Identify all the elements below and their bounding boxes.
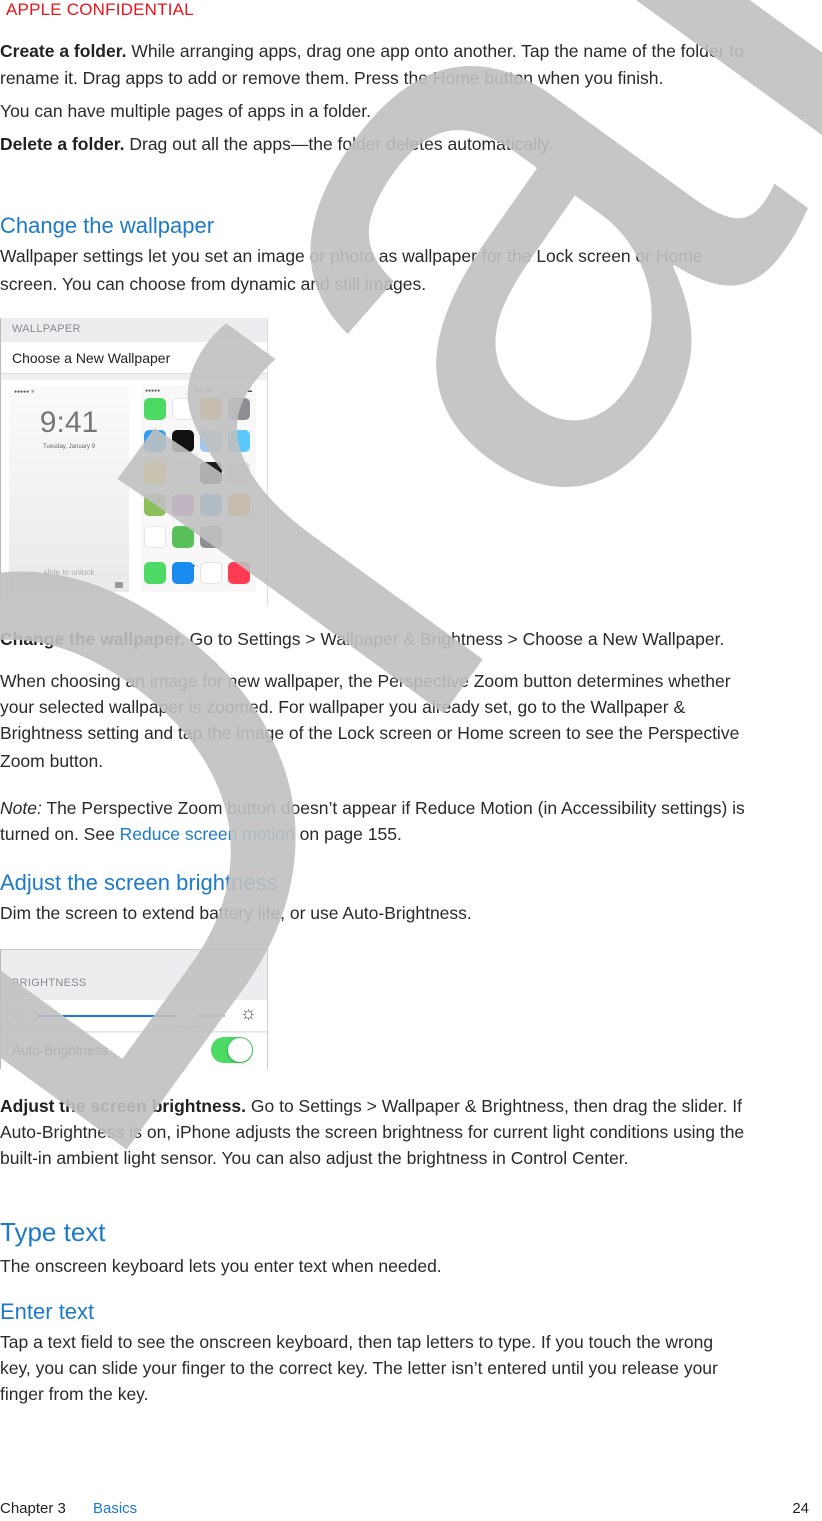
enter-text-para-3: finger from the key. bbox=[0, 1384, 149, 1404]
app-icon-safari bbox=[200, 562, 222, 584]
delete-folder-term: Delete a folder. bbox=[0, 134, 125, 154]
brightness-caption-3: built-in ambient light sensor. You can a… bbox=[0, 1148, 629, 1168]
app-icon-reminders bbox=[172, 462, 194, 484]
app-icon-stocks bbox=[200, 462, 222, 484]
app-icon-newsstand bbox=[144, 494, 166, 516]
app-icon-weather bbox=[144, 430, 166, 452]
note-text-2b: on page 155. bbox=[294, 824, 402, 844]
sun-small-icon: ☼ bbox=[11, 1006, 24, 1022]
app-icon-passbook bbox=[172, 526, 194, 548]
brightness-heading: Adjust the screen brightness bbox=[0, 870, 278, 895]
perspective-para-4: Zoom button. bbox=[0, 751, 104, 771]
choose-new-wallpaper-label: Choose a New Wallpaper bbox=[12, 350, 171, 366]
wallpaper-previews: ●●●●● ᯤ 9:41 Tuesday, January 9 slide to… bbox=[1, 380, 267, 606]
lock-time: 9:41 bbox=[39, 406, 99, 439]
wallpaper-settings-figure: WALLPAPER Choose a New Wallpaper › ●●●●●… bbox=[0, 318, 268, 606]
app-icon-settings bbox=[200, 526, 222, 548]
wallpaper-intro-1: Wallpaper settings let you set an image … bbox=[0, 246, 703, 266]
brightness-caption-text: Go to Settings > Wallpaper & Brightness,… bbox=[246, 1096, 742, 1116]
app-icon-camera bbox=[228, 398, 250, 420]
lock-screen-preview[interactable]: ●●●●● ᯤ 9:41 Tuesday, January 9 slide to… bbox=[9, 386, 129, 592]
app-icon-itunes-store bbox=[172, 494, 194, 516]
slide-to-unlock: slide to unlock bbox=[43, 568, 95, 577]
type-text-intro: The onscreen keyboard lets you enter tex… bbox=[0, 1256, 442, 1276]
app-icon-health bbox=[144, 526, 166, 548]
wallpaper-heading: Change the wallpaper bbox=[0, 213, 215, 238]
sun-large-icon: ☼ bbox=[239, 1003, 257, 1024]
app-icon-calendar bbox=[172, 398, 194, 420]
footer-section-link[interactable]: Basics bbox=[93, 1500, 137, 1517]
perspective-para-3: Brightness setting and tap the image of … bbox=[0, 723, 740, 743]
brightness-slider-row: ☼ ☼ bbox=[1, 1000, 267, 1032]
battery-icon: ▬ bbox=[247, 388, 252, 394]
create-folder-line-2: rename it. Drag apps to add or remove th… bbox=[0, 68, 664, 88]
home-screen-preview[interactable]: ●●●●● 9:41 AM ▬ • · bbox=[141, 386, 256, 592]
change-wallpaper-caption: Change the wallpaper. Go to Settings > W… bbox=[0, 626, 822, 652]
camera-icon bbox=[115, 582, 123, 588]
perspective-para-1: When choosing an image for new wallpaper… bbox=[0, 671, 731, 691]
app-icon-music bbox=[228, 562, 250, 584]
delete-folder-paragraph: Delete a folder. Drag out all the apps—t… bbox=[0, 131, 822, 157]
chevron-right-icon: › bbox=[247, 349, 253, 366]
wallpaper-section-header: WALLPAPER bbox=[1, 318, 267, 342]
note-text-2a: turned on. See bbox=[0, 824, 120, 844]
brightness-caption-1: Adjust the screen brightness. Go to Sett… bbox=[0, 1093, 822, 1119]
choose-new-wallpaper-row[interactable]: Choose a New Wallpaper › bbox=[1, 342, 267, 374]
signal-icon: ●●●●● bbox=[145, 388, 161, 394]
change-wallpaper-term: Change the wallpaper. bbox=[0, 629, 185, 649]
note-line-1: Note: The Perspective Zoom button doesn’… bbox=[0, 795, 822, 821]
app-icon-notes bbox=[144, 462, 166, 484]
signal-icon: ●●●●● ᯤ bbox=[14, 389, 36, 395]
brightness-slider-thumb[interactable] bbox=[176, 1005, 199, 1027]
create-folder-term: Create a folder. bbox=[0, 41, 127, 61]
footer-chapter: Chapter 3 bbox=[0, 1500, 66, 1517]
toggle-knob bbox=[228, 1038, 252, 1062]
note-line-2: turned on. See Reduce screen motion on p… bbox=[0, 821, 822, 847]
note-label: Note: bbox=[0, 798, 42, 818]
app-icon-messages bbox=[144, 398, 166, 420]
brightness-section-header: BRIGHTNESS bbox=[12, 977, 87, 989]
app-icon-clock bbox=[172, 430, 194, 452]
brightness-settings-figure: BRIGHTNESS ☼ ☼ Auto-Brightness bbox=[0, 949, 268, 1069]
page-number: 24 bbox=[792, 1500, 809, 1517]
confidential-label: APPLE CONFIDENTIAL bbox=[6, 0, 194, 19]
enter-text-heading: Enter text bbox=[0, 1299, 95, 1324]
note-text: The Perspective Zoom button doesn’t appe… bbox=[41, 798, 745, 818]
slider-fill bbox=[37, 1015, 188, 1017]
app-icon-ibooks bbox=[228, 494, 250, 516]
enter-text-para-1: Tap a text field to see the onscreen key… bbox=[0, 1332, 714, 1352]
app-grid bbox=[144, 398, 250, 548]
app-icon-videos bbox=[228, 430, 250, 452]
type-text-heading: Type text bbox=[0, 1217, 106, 1247]
app-icon-maps bbox=[200, 430, 222, 452]
wallpaper-intro-2: screen. You can choose from dynamic and … bbox=[0, 274, 427, 294]
change-wallpaper-text: Go to Settings > Wallpaper & Brightness … bbox=[184, 629, 725, 649]
create-folder-text: While arranging apps, drag one app onto … bbox=[126, 41, 744, 61]
auto-brightness-row: Auto-Brightness bbox=[1, 1033, 267, 1069]
app-icon-photos bbox=[200, 398, 222, 420]
create-folder-paragraph: Create a folder. While arranging apps, d… bbox=[0, 38, 822, 64]
multiple-pages-text: You can have multiple pages of apps in a… bbox=[0, 101, 372, 121]
lock-date: Tuesday, January 9 bbox=[42, 444, 96, 450]
app-icon-app-store bbox=[200, 494, 222, 516]
status-bar: ●●●●● 9:41 AM ▬ bbox=[145, 388, 252, 394]
enter-text-para-2: key, you can slide your finger to the co… bbox=[0, 1358, 718, 1378]
app-icon-game-center bbox=[228, 462, 250, 484]
delete-folder-text: Drag out all the apps—the folder deletes… bbox=[124, 134, 554, 154]
app-icon-mail bbox=[172, 562, 194, 584]
brightness-intro: Dim the screen to extend battery life, o… bbox=[0, 903, 472, 923]
auto-brightness-toggle[interactable] bbox=[211, 1037, 253, 1063]
brightness-term: Adjust the screen brightness. bbox=[0, 1096, 247, 1116]
app-icon-phone bbox=[144, 562, 166, 584]
brightness-caption-2: Auto-Brightness is on, iPhone adjusts th… bbox=[0, 1122, 745, 1142]
reduce-screen-motion-link[interactable]: Reduce screen motion bbox=[120, 824, 295, 844]
auto-brightness-label: Auto-Brightness bbox=[12, 1043, 109, 1058]
dock bbox=[144, 562, 250, 584]
perspective-para-2: your selected wallpaper is zoomed. For w… bbox=[0, 697, 686, 717]
status-time: 9:41 AM bbox=[194, 388, 213, 394]
